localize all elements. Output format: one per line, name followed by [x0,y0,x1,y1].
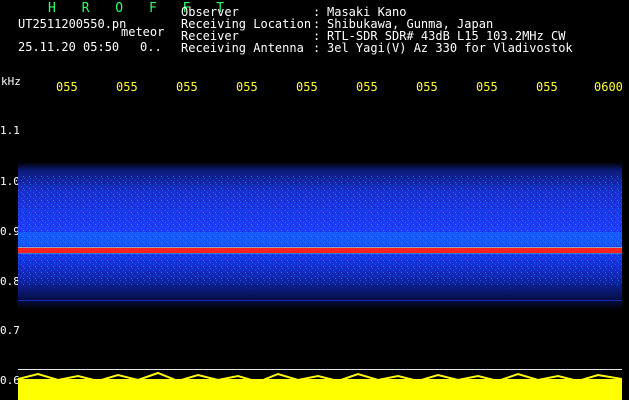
meta-sep: : [313,41,321,55]
baseline [18,369,622,370]
y-tick-label: 1.1 [0,124,20,137]
band-cyan-zone [18,232,622,246]
meteor-label: meteor [121,25,165,39]
meta-value: 3el Yagi(V) Az 330 for Vladivostok [327,41,573,55]
count-label: 0.. [140,40,162,54]
audio-noise-fill [18,379,622,400]
y-tick-label: 0.8 [0,275,20,288]
datetime-label: 25.11.20 05:50 [18,40,120,54]
spectrogram [18,162,622,400]
carrier-line [18,248,622,253]
faint-line [18,300,622,301]
filename-label: UT2511200550.pn [18,17,127,31]
carrier-edge [18,253,622,254]
y-tick-label: 0.6 [0,374,20,387]
carrier-edge [18,247,622,248]
y-tick-label: 1.0 [0,175,20,188]
y-tick-label: 0.9 [0,225,20,238]
meta-antenna: Receiving Antenna [181,41,304,55]
y-tick-label: 0.7 [0,324,20,337]
band-texture [18,176,622,286]
